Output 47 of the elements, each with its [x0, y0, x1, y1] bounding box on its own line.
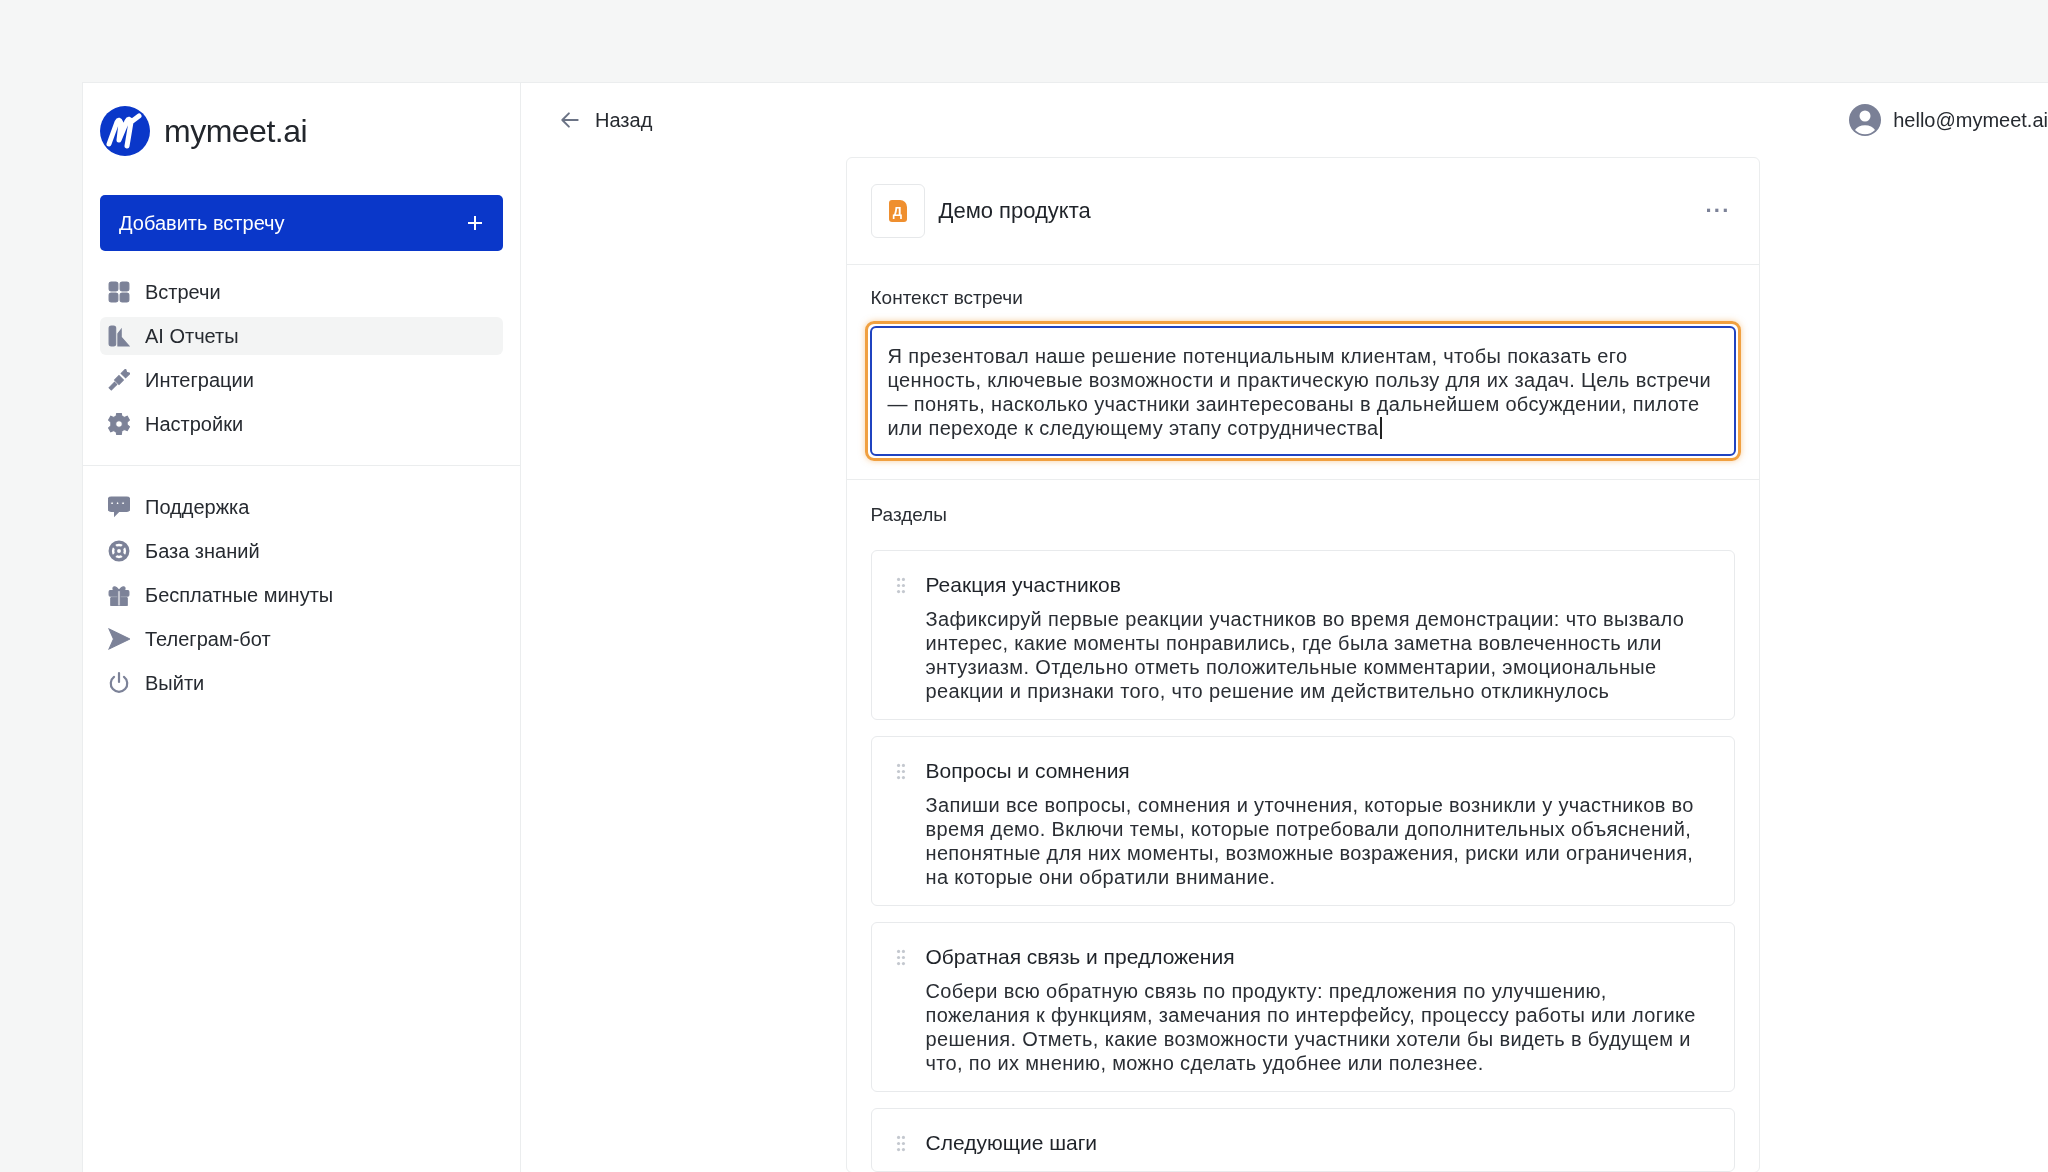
more-button[interactable]: ···: [1701, 198, 1735, 224]
report-title: Демо продукта: [938, 198, 1092, 224]
logo-icon: [100, 106, 150, 156]
drag-handle-icon[interactable]: [895, 1135, 906, 1152]
section-card[interactable]: [870, 922, 1735, 1092]
brand-name: mymeet.ai: [164, 112, 308, 150]
chart-icon: [108, 325, 130, 347]
nav-item[interactable]: Поддержка: [100, 488, 503, 526]
section-title: Следующие шаги: [925, 1131, 1098, 1155]
account-menu[interactable]: hello@mymeet.ai: [1849, 104, 2048, 136]
drag-handle-icon[interactable]: [895, 577, 906, 594]
nav-item[interactable]: Телеграм-бот: [100, 620, 503, 658]
back-link[interactable]: Назад: [559, 108, 653, 132]
section-description: Запиши все вопросы, сомнения и уточнения, которые возникли у участников во время демо. Включи темы, которые потребовали дополнительных объяснений, непонятные для них моменты, возможные возражения, риски или ограничения, на которые они обратили внимание.: [925, 793, 1695, 889]
lifebuoy-icon: [108, 540, 130, 562]
power-icon: [108, 672, 130, 694]
plus-icon: [467, 215, 483, 231]
avatar-icon: [1849, 104, 1882, 136]
field-label: Контекст встречи: [870, 287, 1024, 309]
add-meeting-button[interactable]: Добавить встречу: [100, 195, 503, 251]
drag-handle-icon[interactable]: [895, 949, 906, 966]
chat-icon: [108, 496, 130, 518]
nav-item[interactable]: AI Отчеты: [100, 317, 503, 355]
send-icon: [108, 628, 130, 650]
back-arrow-icon: [559, 109, 581, 131]
section-card[interactable]: [870, 736, 1735, 906]
nav-item[interactable]: Бесплатные минуты: [100, 576, 503, 614]
nav-item[interactable]: Встречи: [100, 273, 503, 311]
settings-icon: [108, 413, 130, 435]
nav-item[interactable]: Настройки: [100, 405, 503, 443]
document-badge: Д: [870, 184, 925, 238]
plug-icon: [108, 369, 130, 391]
gift-icon: [108, 584, 130, 606]
section-title: Реакция участников: [925, 573, 1122, 597]
nav-item[interactable]: Выйти: [100, 664, 503, 702]
section-description: Собери всю обратную связь по продукту: предложения по улучшению, пожелания к функциям, замечания по интерфейсу, процессу работы или логике решения. Отметь, какие возможности участники хотели бы видеть в будущем и что, по их мнению, можно сделать удобнее или полезнее.: [925, 979, 1697, 1075]
section-card[interactable]: Следующие шаги: [870, 1108, 1735, 1172]
drag-handle-icon[interactable]: [895, 763, 906, 780]
section-title: Вопросы и сомнения: [925, 759, 1131, 783]
grid-icon: [108, 281, 130, 303]
section-description: Зафиксируй первые реакции участников во время демонстрации: что вызвало интерес, какие моменты понравились, где была заметна вовлеченность или энтузиазм. Отдельно отметь положительные комментарии, эмоциональные реакции и признаки того, что решение им действительно откликнулось: [925, 607, 1686, 703]
section-card[interactable]: [870, 550, 1735, 720]
nav-item[interactable]: Интеграции: [100, 361, 503, 399]
section-title: Обратная связь и предложения: [925, 945, 1236, 969]
sections-label: Разделы: [870, 504, 948, 526]
nav-item[interactable]: База знаний: [100, 532, 503, 570]
context-field[interactable]: Я презентовал наше решение потенциальным клиентам, чтобы показать его ценность, ключевые возможности и практическую пользу для их задач. Цель встречи — понять, насколько участники заинтересованы в дальнейшем обсуждении, пилоте или переходе к следующему этапу сотрудничества: [869, 326, 1736, 456]
